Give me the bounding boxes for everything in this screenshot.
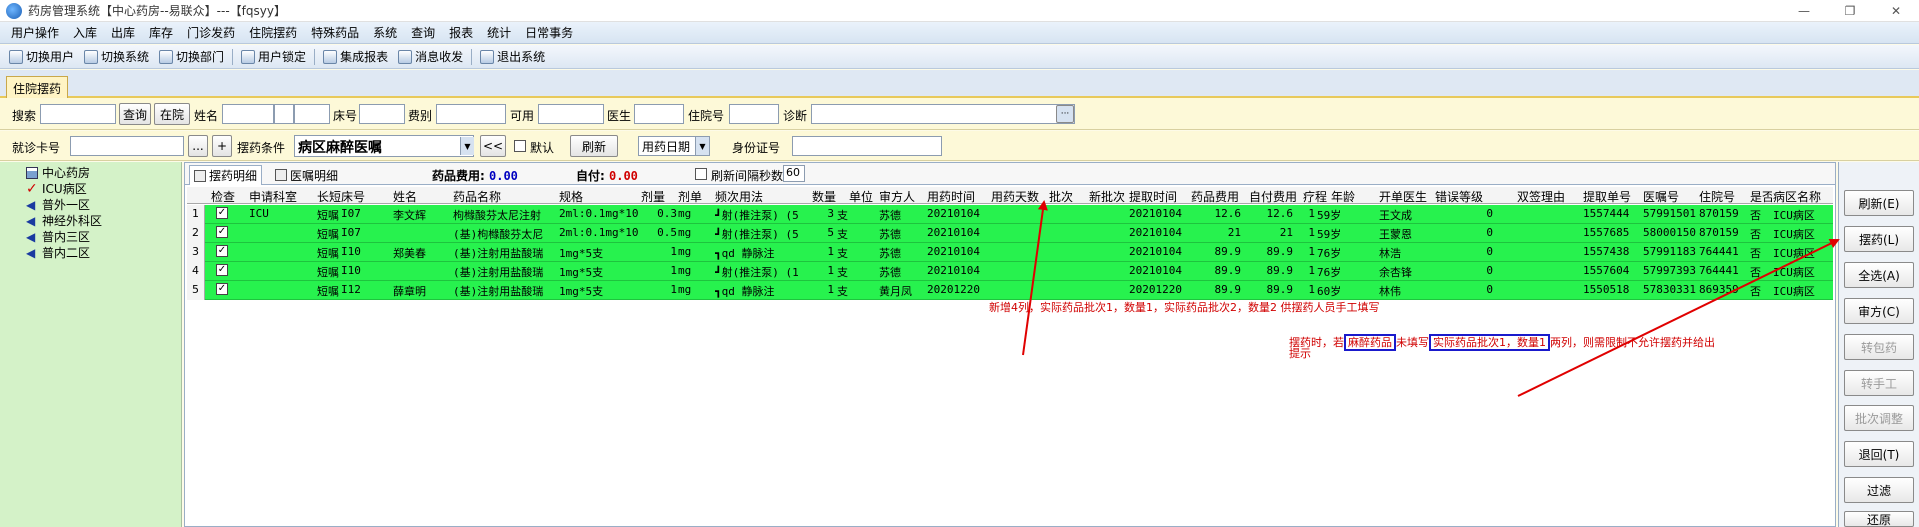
arrow-to-dispense-button (1517, 239, 1840, 397)
annotation-arrows (1022, 200, 1840, 397)
arrow-to-new-columns (1022, 200, 1048, 356)
